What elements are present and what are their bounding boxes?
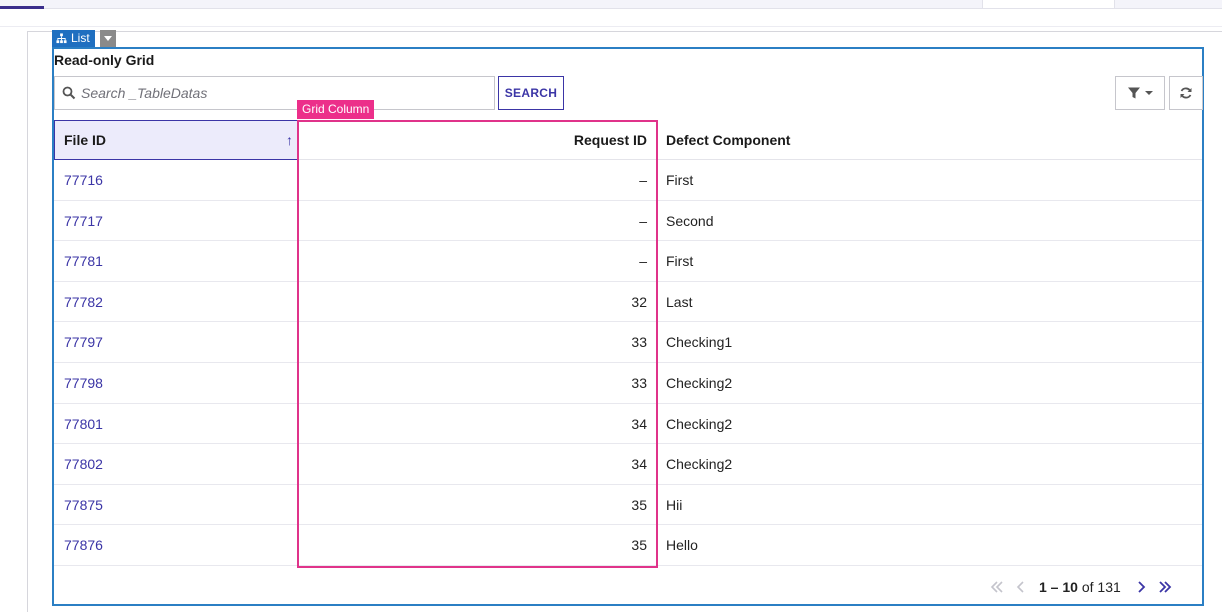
total-count: 131 [1097,579,1121,595]
defect-component-cell: Hello [666,537,698,554]
caret-down-icon [1145,91,1153,95]
search-input[interactable] [81,85,481,101]
file-id-link[interactable]: 77717 [54,201,298,241]
request-id-cell: 33 [631,334,647,351]
chevron-left-icon [1016,581,1024,593]
double-chevron-left-icon [990,581,1003,593]
defect-component-cell: First [666,253,694,270]
top-tab[interactable] [1114,0,1222,8]
defect-component-cell: Hii [666,496,683,513]
chevron-right-icon [1138,581,1146,593]
of-label: of [1081,579,1094,595]
double-chevron-right-icon [1159,581,1172,593]
refresh-button[interactable] [1169,76,1203,110]
table-row: 77875 35 Hii [54,485,1202,526]
page-range: 1 – 10 [1039,579,1078,595]
table-row: 77717 – Second [54,201,1202,242]
defect-component-cell: Checking2 [666,415,733,432]
file-id-link[interactable]: 77876 [54,525,298,565]
defect-component-cell: Second [666,212,714,229]
table-row: 77801 34 Checking2 [54,404,1202,445]
page-range-text: 1 – 10 of 131 [1039,579,1121,595]
column-header-label: Request ID [573,132,647,148]
request-id-cell: 35 [631,496,647,513]
column-header-label: File ID [64,132,107,148]
column-header-label: Defect Component [666,132,791,148]
defect-component-cell: First [666,172,694,188]
grid-title: Read-only Grid [54,52,155,68]
filter-icon [1128,87,1140,99]
file-id-link[interactable]: 77798 [54,363,298,403]
request-id-cell: 33 [631,374,647,391]
table-header: File ID ↑ Request ID Defect Component [54,120,1202,160]
request-id-cell: 35 [631,537,647,554]
request-id-cell: 32 [631,293,647,310]
active-tab-indicator [0,6,44,9]
first-page-button[interactable] [985,575,1009,599]
list-dropdown-button[interactable] [100,30,116,47]
pagination: 1 – 10 of 131 [985,574,1177,600]
column-header-file-id[interactable]: File ID ↑ [54,120,298,160]
last-page-button[interactable] [1153,575,1177,599]
request-id-cell: 34 [631,415,647,432]
file-id-link[interactable]: 77801 [54,404,298,444]
divider [0,26,1222,27]
previous-page-button[interactable] [1009,575,1033,599]
defect-component-cell: Checking2 [666,374,733,391]
search-icon [62,86,76,100]
request-id-cell: – [639,172,647,188]
grid-column-tag[interactable]: Grid Column [297,100,375,119]
column-header-defect-component[interactable]: Defect Component [657,120,1202,160]
table-row: 77716 – First [54,160,1202,201]
file-id-link[interactable]: 77782 [54,282,298,322]
request-id-cell: – [639,212,647,229]
search-field[interactable] [54,76,495,110]
column-header-request-id[interactable]: Request ID [298,120,657,160]
filter-button[interactable] [1115,76,1165,110]
table-row: 77802 34 Checking2 [54,444,1202,485]
caret-down-icon [104,36,112,41]
table-row: 77798 33 Checking2 [54,363,1202,404]
request-id-cell: 34 [631,456,647,473]
file-id-link[interactable]: 77802 [54,444,298,484]
defect-component-cell: Checking2 [666,456,733,473]
file-id-link[interactable]: 77781 [54,241,298,281]
search-button[interactable]: SEARCH [498,76,564,110]
file-id-link[interactable]: 77875 [54,485,298,525]
refresh-icon [1180,87,1192,99]
table-row: 77781 – First [54,241,1202,282]
table-row: 77876 35 Hello [54,525,1202,566]
request-id-cell: – [639,253,647,270]
sort-ascending-icon[interactable]: ↑ [286,132,293,148]
list-tag-label: List [71,31,90,45]
defect-component-cell: Last [666,293,693,310]
table-row: 77797 33 Checking1 [54,322,1202,363]
sitemap-icon [56,33,67,44]
file-id-link[interactable]: 77797 [54,322,298,362]
top-tab-bar [0,0,1222,9]
file-id-link[interactable]: 77716 [54,160,298,200]
table-row: 77782 32 Last [54,282,1202,323]
next-page-button[interactable] [1129,575,1153,599]
list-component-tag[interactable]: List [52,30,95,47]
defect-component-cell: Checking1 [666,334,733,351]
data-grid: File ID ↑ Request ID Defect Component 77… [54,120,1202,566]
